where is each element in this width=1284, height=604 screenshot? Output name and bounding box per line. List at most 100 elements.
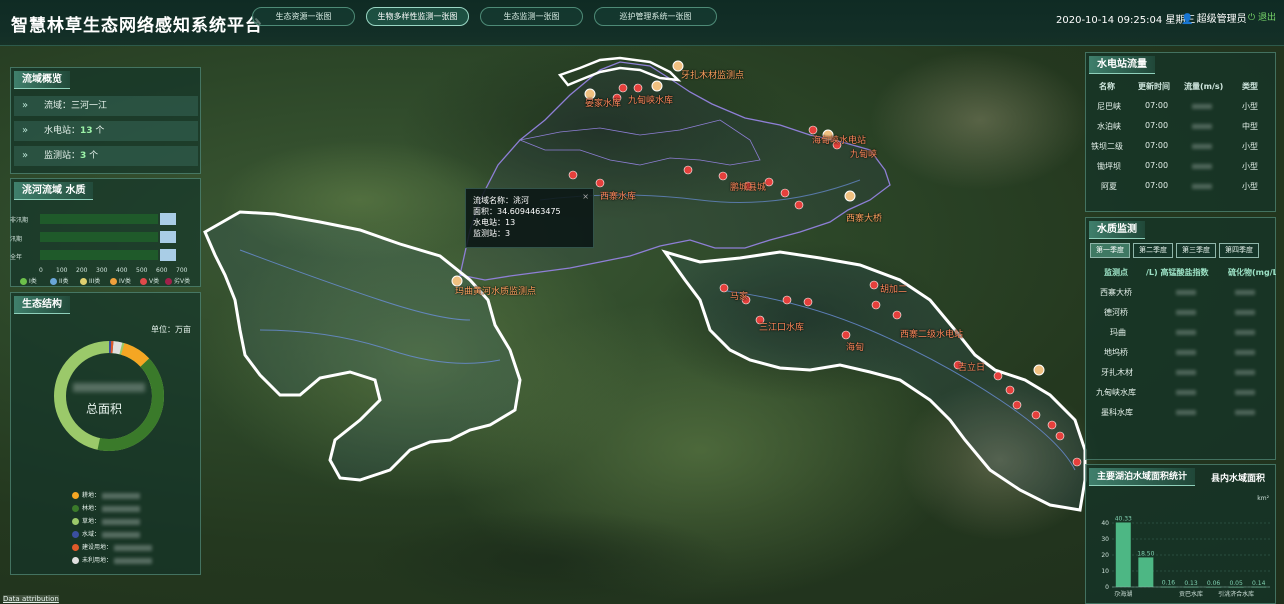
eco-legend-item[interactable]: 耕地： [72,490,141,499]
map-label-station[interactable]: 海甸 [846,340,864,353]
table-header: 监测点 [1104,268,1128,277]
overview-unit: 个 [95,126,105,136]
legend-item[interactable]: IV类 [110,276,131,285]
panel-title: 水质监测 [1089,221,1145,239]
map-label-station[interactable]: 西寨二级水电站 [900,327,963,340]
eco-legend-item[interactable]: 草地： [72,516,141,525]
map-label-station[interactable]: 晏家水库 [585,96,621,109]
tab-q3[interactable]: 第三季度 [1176,243,1216,258]
logout-button[interactable]: ⏻ 退出 [1248,10,1276,23]
table-cell: 锄坪坝 [1097,162,1121,171]
legend-dot [20,278,27,285]
data-attribution-link[interactable]: Data attribution [3,595,59,603]
lake-area-chart[interactable]: 40 30 20 10 0 40.33 尕海湖 18.50 0.16 0.13 贡巴水库 0.06 0.… [1090,500,1274,604]
wq-bar [40,250,158,260]
wq-bar-end [160,213,176,225]
map-label-station[interactable]: 九甸峡水库 [628,93,673,106]
panel-title: 水电站流量 [1089,56,1155,74]
table-cell: 尼巴峡 [1097,102,1121,111]
legend-label: 建设用地： [82,544,113,551]
redacted-value [1176,410,1196,415]
redacted-value [102,505,141,512]
tab-eco-monitoring[interactable]: 生态监测一张图 [480,7,583,26]
tab-patrol[interactable]: 巡护管理系统一张图 [594,7,717,26]
panel-title: 洮河流域 水质 [14,182,94,200]
redacted-value [102,531,141,538]
legend-item[interactable]: II类 [50,276,69,285]
tab-county-water[interactable]: 县内水域面积 [1211,471,1265,484]
legend-item[interactable]: 劣V类 [165,276,190,285]
map-label-monitor[interactable]: 玛曲黄河水质监测点 [455,284,536,297]
redacted-value [1235,330,1255,335]
legend-dot [72,518,79,525]
redacted-value [1176,310,1196,315]
redacted-value [1192,104,1212,109]
overview-label: 监测站： [44,151,81,161]
eco-legend-item[interactable]: 建设用地： [72,542,153,551]
basin-info-popup: × 流域名称：洮河 面积：34.6094463475 水电站：13 监测站：3 [465,188,594,248]
tab-q2[interactable]: 第二季度 [1133,243,1173,258]
table-cell: 小型 [1242,182,1258,191]
arrow-icon: » [22,150,29,161]
redacted-value [114,557,153,564]
user-menu[interactable]: 👤 超级管理员 [1181,10,1247,25]
table-cell: 小型 [1242,102,1258,111]
popup-line: 监测站：3 [473,229,511,238]
legend-label: III类 [89,278,101,285]
table-cell: 07:00 [1145,121,1169,130]
legend-item[interactable]: V类 [140,276,159,285]
wq-tick: 700 [176,267,188,274]
eco-legend-item[interactable]: 林地： [72,503,141,512]
overview-label: 流域： [44,101,72,111]
redacted-value [114,544,153,551]
eco-legend-item[interactable]: 水域： [72,529,141,538]
panel-title[interactable]: 主要湖泊水域面积统计 [1089,468,1196,486]
station-name: 玛曲 [1110,328,1126,337]
station-name: 九甸峡水库 [1096,388,1136,397]
table-cell: 中型 [1242,122,1258,131]
wq-tick: 0 [39,267,43,274]
wq-tick: 100 [56,267,68,274]
donut-chart[interactable] [49,336,169,456]
tab-biodiversity[interactable]: 生物多样性监测一张图 [366,7,469,26]
popup-close-button[interactable]: × [582,191,589,202]
wq-tick: 400 [116,267,128,274]
legend-dot [165,278,172,285]
map-label-station[interactable]: 三江口水库 [759,320,804,333]
panel-title: 生态结构 [14,296,70,314]
arrow-icon: » [22,100,29,111]
legend-item[interactable]: III类 [80,276,100,285]
overview-value: 三河一江 [71,101,108,111]
map-label-station[interactable]: 胡加二 [880,282,907,295]
overview-value: 13 [80,126,93,136]
map-label-station[interactable]: 鹏城县城 [730,180,766,193]
y-tick-label: 0 [1105,584,1109,591]
panel-title: 流域概览 [14,71,70,89]
table-cell: 铁坝二级 [1091,142,1123,151]
map-label-station[interactable]: 海甸峡水电站 [812,133,866,146]
x-tick-label: 尕海湖 [1114,590,1132,598]
eco-structure-panel: 生态结构 单位：万亩 总面积 耕地： 林地： 草地： 水域： 建设用地： 未利用… [10,292,201,575]
map-label-station[interactable]: 西寨水库 [600,189,636,202]
tab-eco-resources[interactable]: 生态资源一张图 [252,7,355,26]
map-label-monitor[interactable]: 西寨大桥 [846,211,882,224]
table-header: 硫化物(mg/L) [1228,268,1276,277]
tab-q1[interactable]: 第一季度 [1090,243,1130,258]
popup-line: 水电站：13 [473,218,516,227]
bar-value-label: 0.14 [1252,580,1266,587]
table-header: 更新时间 [1138,82,1170,91]
table-cell: 07:00 [1145,101,1169,110]
map-label-monitor[interactable]: 牙扎木材监测点 [681,68,744,81]
map-label-station[interactable]: 马家 [730,289,748,302]
map-label-station[interactable]: 吉立日 [958,360,985,373]
table-header: 类型 [1242,82,1258,91]
table-cell: 小型 [1242,142,1258,151]
legend-item[interactable]: I类 [20,276,37,285]
legend-label: I类 [29,278,37,285]
tab-q4[interactable]: 第四季度 [1219,243,1259,258]
eco-legend-item[interactable]: 未利用地： [72,555,153,564]
legend-dot [140,278,147,285]
table-cell: 07:00 [1145,161,1169,170]
wq-category: 汛期 [10,236,23,243]
map-label-station[interactable]: 九甸峡 [850,147,877,160]
